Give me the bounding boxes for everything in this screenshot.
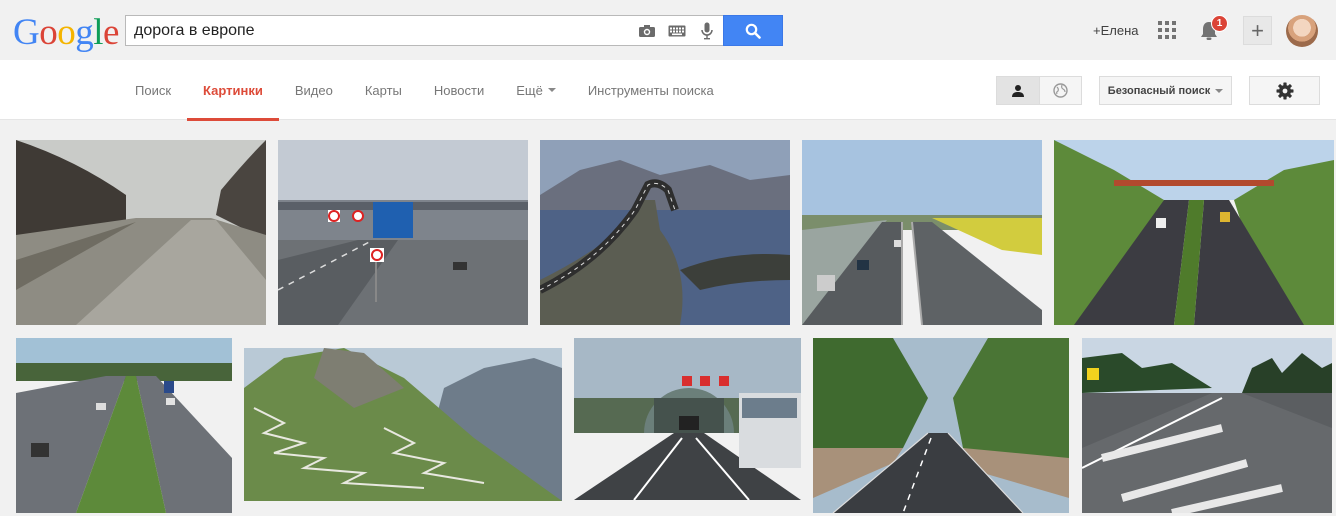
settings-button[interactable] [1249,76,1320,105]
results-visibility-toggle [996,76,1082,105]
tab-label: Видео [294,82,333,98]
logo-letter: G [13,12,40,53]
tab-images[interactable]: Картинки [187,60,279,121]
tab-video[interactable]: Видео [279,60,349,120]
top-bar: Google +Елена 1 + [0,0,1336,60]
globe-icon[interactable] [1038,77,1081,104]
gear-icon [1276,82,1293,99]
safe-search-label: Безопасный поиск [1107,84,1211,97]
image-result[interactable] [813,338,1069,513]
tab-label: Новости [433,82,485,98]
tab-more[interactable]: Ещё [500,60,572,120]
tab-label: Инструменты поиска [587,82,714,98]
tab-label: Ещё [516,82,543,98]
safe-search-dropdown[interactable]: Безопасный поиск [1099,76,1232,105]
logo-letter: g [75,12,94,53]
search-button[interactable] [723,15,783,46]
tab-news[interactable]: Новости [418,60,500,120]
image-result[interactable] [574,338,801,500]
tab-search-tools[interactable]: Инструменты поиска [572,60,730,120]
image-result[interactable] [278,140,528,325]
microphone-icon[interactable] [697,21,717,41]
image-result[interactable] [1082,338,1332,513]
tab-search[interactable]: Поиск [119,60,187,120]
search-box [125,15,723,46]
share-plus-button[interactable]: + [1243,16,1272,45]
logo-letter: o [57,12,76,53]
search-input[interactable] [134,16,634,45]
user-profile-link[interactable]: +Елена [1093,23,1139,38]
camera-icon[interactable] [637,21,657,41]
tab-label: Карты [364,82,402,98]
tab-maps[interactable]: Карты [349,60,418,120]
image-result[interactable] [540,140,790,325]
image-result[interactable] [16,338,232,513]
image-result[interactable] [1054,140,1334,325]
search-tabs: Поиск Картинки Видео Карты Новости Ещё И… [119,60,730,121]
google-logo[interactable]: Google [13,13,119,53]
tab-label: Поиск [135,82,172,98]
apps-grid-icon[interactable] [1158,21,1176,39]
keyboard-icon[interactable] [667,21,687,41]
search-icon [745,23,761,39]
image-result[interactable] [244,348,562,501]
image-result[interactable] [802,140,1042,325]
chevron-down-icon [1215,88,1224,93]
logo-letter: o [39,12,58,53]
avatar[interactable] [1286,15,1318,47]
person-icon[interactable] [997,77,1039,104]
search-tools [637,21,717,41]
notification-count-badge: 1 [1211,15,1228,32]
logo-letter: e [103,12,119,53]
logo-letter: l [93,12,104,53]
image-result[interactable] [16,140,266,325]
chevron-down-icon [547,88,556,92]
tab-label: Картинки [203,82,263,98]
